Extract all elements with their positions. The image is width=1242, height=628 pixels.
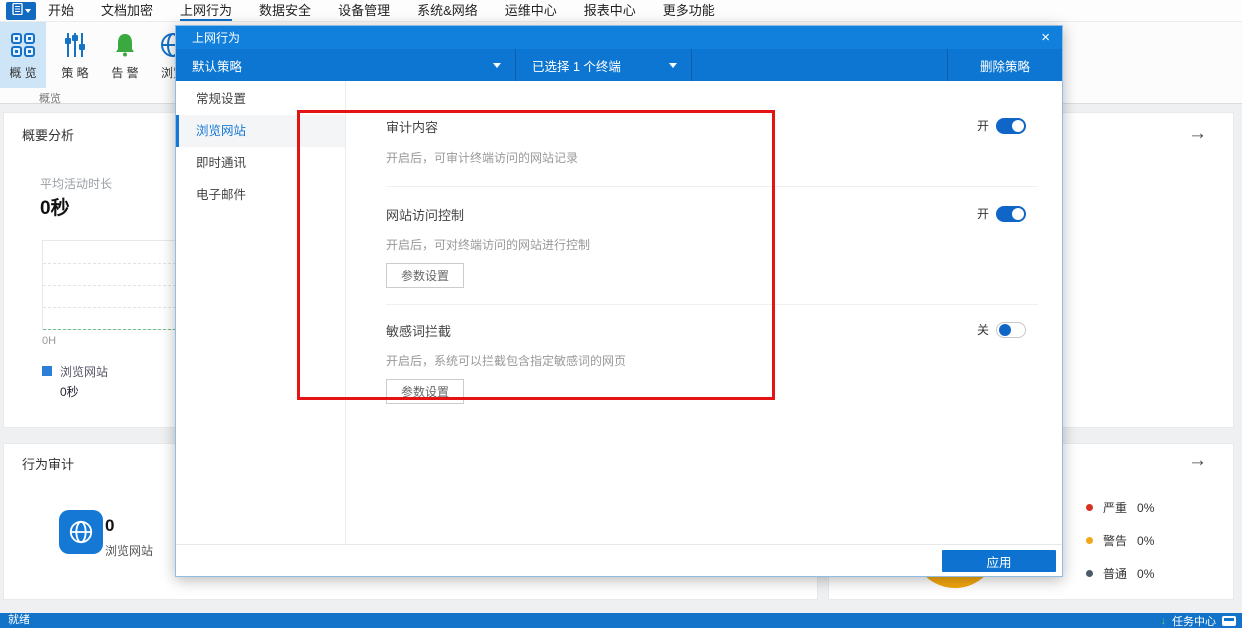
toggle-state-label: 开 [976,207,989,221]
policy-dropdown[interactable]: 默认策略 [176,49,516,81]
app-logo-icon [11,2,23,20]
menu-item-doc-encrypt[interactable]: 文档加密 [101,0,153,22]
legend-value: 0% [1137,533,1155,548]
toggle-state-label: 关 [976,323,989,337]
sensitive-toggle-switch[interactable] [996,321,1026,338]
arrow-right-icon[interactable]: → [1188,123,1207,145]
audit-toggle-group: 开 [977,117,1026,134]
alarm-legend-normal: 普通 0% [1086,565,1154,582]
severe-dot-icon [1086,504,1093,511]
avg-activity-label: 平均活动时长 [40,177,113,191]
legend-label: 严重 [1103,501,1128,515]
task-center-link[interactable]: 任务中心 [1172,613,1216,628]
menu-item-data-security[interactable]: 数据安全 [259,0,311,22]
chart-x-tick: 0H [42,335,57,347]
panel-title: 行为审计 [22,457,75,472]
legend-label: 警告 [1103,534,1128,548]
arrow-right-icon[interactable]: → [1188,450,1207,472]
ribbon-button-label: 概 览 [9,66,37,80]
toggle-knob [1012,119,1024,132]
dialog-footer: 应用 [176,544,1062,576]
main-menu: 开始 文档加密 上网行为 数据安全 设备管理 系统&网络 运维中心 报表中心 更… [48,0,715,22]
toggle-state-label: 开 [976,119,989,133]
legend-label: 浏览网站 [60,365,109,379]
globe-tile-icon [59,510,103,554]
access-toggle-group: 开 [977,205,1026,222]
menu-item-internet-behavior[interactable]: 上网行为 [180,0,233,22]
audit-toggle-switch[interactable] [996,117,1026,134]
menu-item-device-mgmt[interactable]: 设备管理 [338,0,390,22]
policy-dropdown-value: 默认策略 [192,59,243,74]
apply-button[interactable]: 应用 [942,550,1056,572]
browse-count: 0 [105,516,115,535]
chevron-down-icon [669,62,677,68]
chevron-down-icon [493,62,501,68]
toggle-knob [1012,207,1024,220]
access-toggle-switch[interactable] [996,205,1026,222]
chevron-down-icon [24,9,31,13]
legend-value: 0% [1137,500,1155,515]
dialog-toolbar: 默认策略 已选择 1 个终端 删除策略 [176,49,1062,81]
delete-policy-button[interactable]: 删除策略 [948,49,1062,81]
ribbon-button-label: 策 略 [61,66,89,80]
avg-activity-value: 0秒 [40,198,70,219]
alarm-legend-severe: 严重 0% [1086,499,1154,516]
ribbon-button-policy[interactable]: 策 略 [52,22,98,88]
menu-item-start[interactable]: 开始 [48,0,74,22]
browse-count-label: 浏览网站 [105,544,154,558]
legend-value: 0% [1137,566,1155,581]
app-window: 开始 文档加密 上网行为 数据安全 设备管理 系统&网络 运维中心 报表中心 更… [0,0,1242,628]
status-ready-text: 就绪 [8,614,30,626]
menu-bar: 开始 文档加密 上网行为 数据安全 设备管理 系统&网络 运维中心 报表中心 更… [0,0,1242,22]
status-right-group: ↓ 任务中心 [1160,613,1236,628]
ribbon-button-alert[interactable]: 告 警 [102,22,148,88]
sliders-icon [60,30,90,60]
close-icon[interactable]: × [1041,30,1050,45]
grid-icon [8,30,38,60]
ribbon-group-label: 概览 [39,93,61,105]
status-bar: 就绪 ↓ 任务中心 [0,613,1242,628]
panel-title: 概要分析 [22,128,75,143]
menu-item-report-center[interactable]: 报表中心 [584,0,636,22]
menu-item-more[interactable]: 更多功能 [663,0,715,22]
toolbar-spacer [692,49,948,81]
normal-dot-icon [1086,570,1093,577]
menu-item-ops-center[interactable]: 运维中心 [505,0,557,22]
ribbon-button-label: 告 警 [111,66,139,80]
ribbon-button-overview[interactable]: 概 览 [0,22,46,88]
annotation-rectangle [297,110,775,400]
menu-item-system-network[interactable]: 系统&网络 [417,0,478,22]
terminal-dropdown-value: 已选择 1 个终端 [532,59,621,74]
task-window-icon[interactable] [1222,615,1236,626]
terminal-dropdown[interactable]: 已选择 1 个终端 [516,49,692,81]
legend-label: 普通 [1103,567,1128,581]
legend-value: 0秒 [60,385,79,399]
warning-dot-icon [1086,537,1093,544]
legend-swatch [42,366,52,376]
toggle-knob [999,323,1011,336]
download-arrow-icon: ↓ [1160,614,1167,627]
alarm-legend-warning: 警告 0% [1086,532,1154,549]
sensitive-toggle-group: 关 [977,321,1026,338]
app-menu-button[interactable] [6,2,36,20]
bell-icon [110,30,140,60]
dialog-title: 上网行为 [192,31,241,45]
dialog-titlebar: 上网行为 × [176,26,1062,49]
